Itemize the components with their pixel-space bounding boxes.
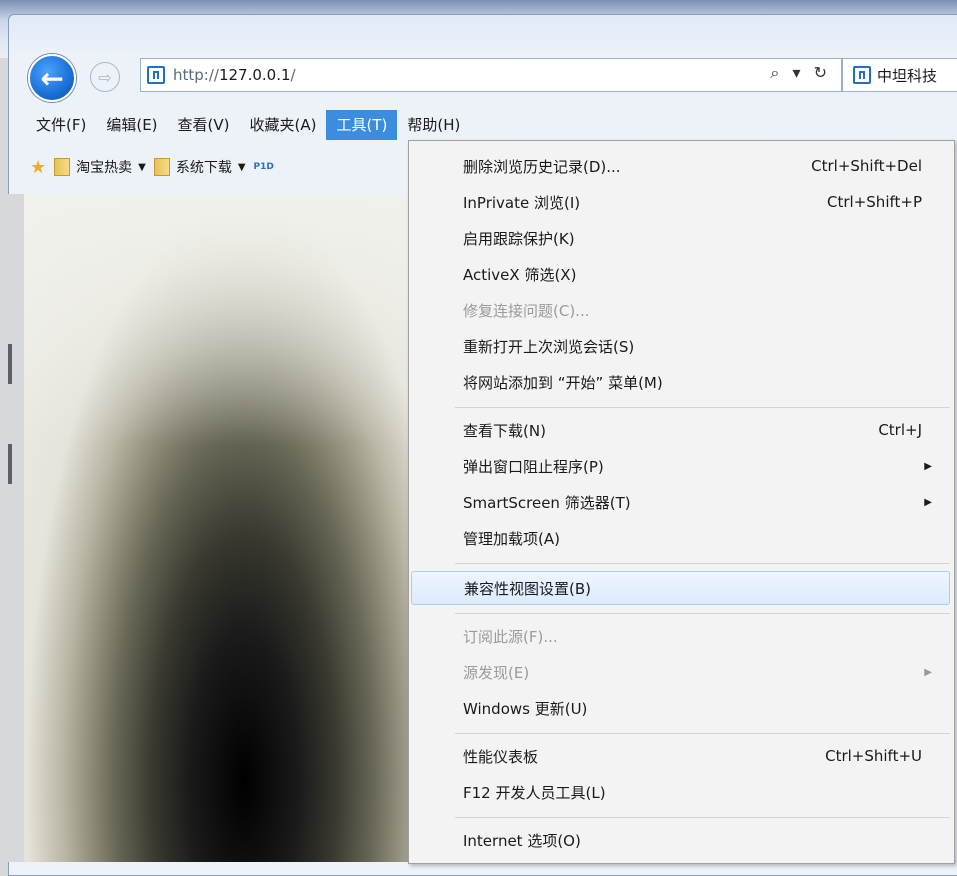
url-suffix: / — [290, 66, 296, 84]
menu-item-f12-devtools[interactable]: F12 开发人员工具(L) — [411, 775, 950, 809]
menu-item-shortcut: Ctrl+Shift+Del — [811, 157, 922, 175]
menu-help[interactable]: 帮助(H) — [397, 110, 470, 140]
menu-favorites[interactable]: 收藏夹(A) — [240, 110, 327, 140]
menu-bar: 文件(F) 编辑(E) 查看(V) 收藏夹(A) 工具(T) 帮助(H) — [26, 110, 470, 140]
page-content-fade — [24, 194, 424, 444]
menu-item-subscribe-feed: 订阅此源(F)... — [411, 619, 950, 653]
menu-item-label: Windows 更新(U) — [463, 699, 588, 718]
favorites-bar: ★ 淘宝热卖 ▼ 系统下载 ▼ P1D — [30, 154, 274, 180]
menu-separator — [455, 407, 950, 408]
menu-item-label: 性能仪表板 — [463, 747, 539, 766]
menu-item-label: 弹出窗口阻止程序(P) — [463, 457, 604, 476]
pid-icon[interactable]: P1D — [254, 162, 274, 172]
menu-edit[interactable]: 编辑(E) — [96, 110, 167, 140]
menu-separator — [455, 817, 950, 818]
menu-item-label: 删除浏览历史记录(D)... — [463, 157, 621, 176]
menu-item-tracking-protection[interactable]: 启用跟踪保护(K) — [411, 221, 950, 255]
edge-mark — [8, 344, 12, 384]
menu-file[interactable]: 文件(F) — [26, 110, 96, 140]
favorites-star-icon[interactable]: ★ — [30, 157, 46, 178]
back-button[interactable]: ← — [28, 54, 76, 102]
search-refresh-icons[interactable]: ⌕ ▾ ↻ — [770, 63, 831, 83]
submenu-arrow-icon: ▶ — [924, 666, 932, 678]
tab-title: 中坦科技 — [877, 66, 938, 85]
menu-item-label: 将网站添加到 “开始” 菜单(M) — [463, 373, 663, 392]
tab-favicon-icon — [853, 66, 871, 84]
submenu-arrow-icon: ▶ — [924, 460, 932, 472]
menu-separator — [455, 613, 950, 614]
menu-item-label: 查看下载(N) — [463, 421, 546, 440]
menu-item-label: 订阅此源(F)... — [463, 627, 558, 646]
menu-separator — [455, 563, 950, 564]
menu-item-label: 管理加载项(A) — [463, 529, 560, 548]
submenu-arrow-icon: ▶ — [924, 496, 932, 508]
favorites-item-label: 淘宝热卖 — [76, 160, 133, 176]
menu-item-label: SmartScreen 筛选器(T) — [463, 493, 631, 512]
menu-item-label: 启用跟踪保护(K) — [463, 229, 575, 248]
folder-icon — [54, 158, 71, 176]
menu-item-shortcut: Ctrl+J — [878, 421, 922, 439]
menu-view[interactable]: 查看(V) — [168, 110, 240, 140]
menu-item-reopen-session[interactable]: 重新打开上次浏览会话(S) — [411, 329, 950, 363]
browser-tab[interactable]: 中坦科技 — [842, 58, 957, 92]
back-arrow-icon: ← — [40, 61, 64, 95]
menu-item-smartscreen[interactable]: SmartScreen 筛选器(T) ▶ — [411, 485, 950, 519]
tools-dropdown-menu: 删除浏览历史记录(D)... Ctrl+Shift+Del InPrivate … — [408, 140, 955, 864]
address-url[interactable]: http://127.0.0.1/ — [173, 66, 296, 84]
menu-item-label: ActiveX 筛选(X) — [463, 265, 577, 284]
forward-arrow-icon: ⇨ — [98, 67, 112, 87]
menu-item-compatibility-view[interactable]: 兼容性视图设置(B) — [411, 571, 950, 605]
dropdown-arrow-icon: ▼ — [237, 161, 246, 173]
menu-item-performance-dashboard[interactable]: 性能仪表板 Ctrl+Shift+U — [411, 739, 950, 773]
menu-separator — [455, 733, 950, 734]
menu-item-add-to-start[interactable]: 将网站添加到 “开始” 菜单(M) — [411, 365, 950, 399]
menu-item-label: 修复连接问题(C)... — [463, 301, 590, 320]
menu-item-shortcut: Ctrl+Shift+U — [825, 747, 922, 765]
menu-item-label: InPrivate 浏览(I) — [463, 193, 581, 212]
favorites-item-system-download[interactable]: 系统下载 ▼ — [153, 157, 246, 177]
menu-item-popup-blocker[interactable]: 弹出窗口阻止程序(P) ▶ — [411, 449, 950, 483]
menu-item-delete-history[interactable]: 删除浏览历史记录(D)... Ctrl+Shift+Del — [411, 149, 950, 183]
url-host: 127.0.0.1 — [218, 66, 291, 84]
menu-item-shortcut: Ctrl+Shift+P — [827, 193, 922, 211]
favorites-item-label: 系统下载 — [175, 160, 232, 176]
menu-item-activex-filter[interactable]: ActiveX 筛选(X) — [411, 257, 950, 291]
address-bar[interactable]: http://127.0.0.1/ ⌕ ▾ ↻ — [140, 58, 842, 92]
menu-item-internet-options[interactable]: Internet 选项(O) — [411, 823, 950, 857]
menu-tools[interactable]: 工具(T) — [326, 110, 398, 140]
menu-item-label: 源发现(E) — [463, 663, 530, 682]
site-favicon-icon — [147, 66, 165, 84]
menu-item-inprivate[interactable]: InPrivate 浏览(I) Ctrl+Shift+P — [411, 185, 950, 219]
menu-item-fix-connection: 修复连接问题(C)... — [411, 293, 950, 327]
menu-item-label: F12 开发人员工具(L) — [463, 783, 606, 802]
url-prefix: http:// — [173, 66, 219, 84]
menu-item-label: 重新打开上次浏览会话(S) — [463, 337, 635, 356]
forward-button[interactable]: ⇨ — [90, 62, 120, 92]
menu-item-manage-addons[interactable]: 管理加载项(A) — [411, 521, 950, 555]
menu-item-feed-discovery: 源发现(E) ▶ — [411, 655, 950, 689]
folder-icon — [153, 158, 170, 176]
edge-mark — [8, 444, 12, 484]
dropdown-arrow-icon: ▼ — [138, 161, 146, 173]
favorites-item-taobao[interactable]: 淘宝热卖 ▼ — [54, 157, 146, 177]
menu-item-windows-update[interactable]: Windows 更新(U) — [411, 691, 950, 725]
left-sidebar-edge — [0, 194, 25, 862]
menu-item-view-downloads[interactable]: 查看下载(N) Ctrl+J — [411, 413, 950, 447]
menu-item-label: 兼容性视图设置(B) — [464, 579, 591, 598]
menu-item-label: Internet 选项(O) — [463, 831, 581, 850]
